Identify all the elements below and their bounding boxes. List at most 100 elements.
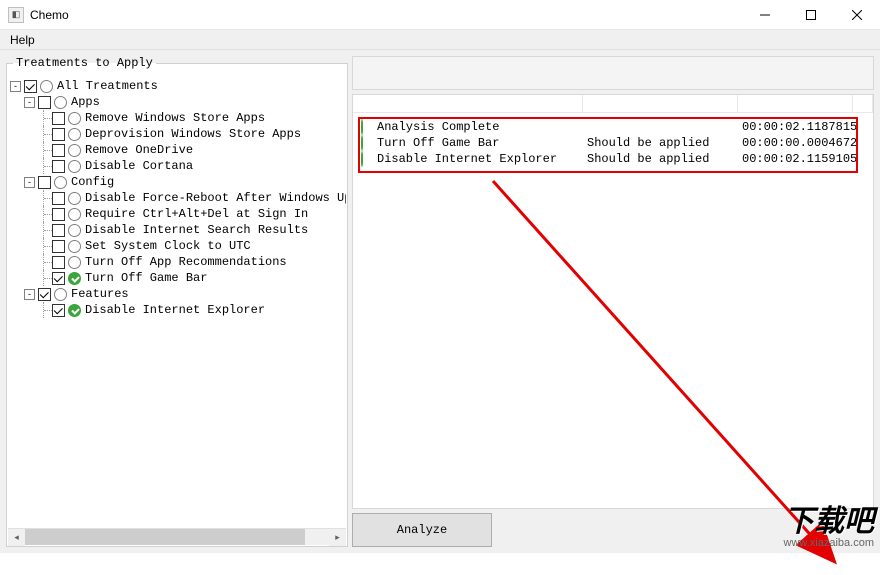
maximize-button[interactable] bbox=[788, 0, 834, 30]
tree-item[interactable]: Require Ctrl+Alt+Del at Sign In bbox=[10, 206, 346, 222]
checkbox[interactable] bbox=[52, 224, 65, 237]
result-row[interactable]: Turn Off Game BarShould be applied00:00:… bbox=[361, 135, 865, 151]
tree-item-label[interactable]: Turn Off App Recommendations bbox=[85, 254, 287, 270]
tree-item[interactable]: Deprovision Windows Store Apps bbox=[10, 126, 346, 142]
scroll-right-icon[interactable]: ▸ bbox=[329, 529, 346, 546]
checkbox[interactable] bbox=[52, 208, 65, 221]
checkbox[interactable] bbox=[52, 144, 65, 157]
tree-item-label[interactable]: Disable Force-Reboot After Windows Upd bbox=[85, 190, 346, 206]
collapse-icon[interactable]: - bbox=[24, 289, 35, 300]
checkbox[interactable] bbox=[38, 176, 51, 189]
tree-item-label[interactable]: Disable Cortana bbox=[85, 158, 193, 174]
result-note: Should be applied bbox=[587, 152, 742, 166]
checkbox[interactable] bbox=[52, 128, 65, 141]
tree-node-root[interactable]: - All Treatments bbox=[10, 78, 346, 94]
status-empty-icon bbox=[68, 160, 81, 173]
tree-item[interactable]: Turn Off App Recommendations bbox=[10, 254, 346, 270]
bottom-bar: Analyze bbox=[352, 513, 874, 547]
treatments-legend: Treatments to Apply bbox=[13, 56, 156, 70]
status-empty-icon bbox=[40, 80, 53, 93]
status-empty-icon bbox=[54, 288, 67, 301]
tree-horizontal-scrollbar[interactable]: ◂ ▸ bbox=[8, 528, 346, 545]
scroll-thumb[interactable] bbox=[25, 529, 305, 545]
result-row[interactable]: Analysis Complete00:00:02.1187815 bbox=[361, 119, 865, 135]
tree-item[interactable]: Remove OneDrive bbox=[10, 142, 346, 158]
analyze-button[interactable]: Analyze bbox=[352, 513, 492, 547]
tree-item-label[interactable]: Require Ctrl+Alt+Del at Sign In bbox=[85, 206, 308, 222]
status-empty-icon bbox=[68, 192, 81, 205]
tree-item[interactable]: Disable Cortana bbox=[10, 158, 346, 174]
top-toolbar bbox=[352, 56, 874, 90]
checkbox[interactable] bbox=[52, 256, 65, 269]
checkbox[interactable] bbox=[52, 192, 65, 205]
tree-label-config[interactable]: Config bbox=[71, 174, 114, 190]
left-panel: Treatments to Apply - All Treatments - Apps… bbox=[0, 50, 348, 553]
result-time: 00:00:00.0004672 bbox=[742, 136, 865, 150]
tree-item-label[interactable]: Remove OneDrive bbox=[85, 142, 193, 158]
status-empty-icon bbox=[68, 256, 81, 269]
tree-label-features[interactable]: Features bbox=[71, 286, 129, 302]
status-empty-icon bbox=[68, 224, 81, 237]
collapse-icon[interactable]: - bbox=[24, 97, 35, 108]
checkbox[interactable] bbox=[38, 96, 51, 109]
window-title: Chemo bbox=[30, 8, 69, 22]
status-ok-icon bbox=[361, 120, 377, 134]
status-empty-icon bbox=[68, 144, 81, 157]
tree-item-label[interactable]: Deprovision Windows Store Apps bbox=[85, 126, 301, 142]
checkbox[interactable] bbox=[52, 160, 65, 173]
results-header bbox=[353, 95, 873, 113]
tree-item-label[interactable]: Turn Off Game Bar bbox=[85, 270, 207, 286]
tree-node-config[interactable]: - Config bbox=[10, 174, 346, 190]
status-empty-icon bbox=[68, 240, 81, 253]
tree-item[interactable]: Remove Windows Store Apps bbox=[10, 110, 346, 126]
right-panel: Analysis Complete00:00:02.1187815Turn Of… bbox=[348, 50, 880, 553]
checkbox[interactable] bbox=[52, 112, 65, 125]
status-empty-icon bbox=[68, 112, 81, 125]
checkbox[interactable] bbox=[24, 80, 37, 93]
status-empty-icon bbox=[54, 176, 67, 189]
tree-item[interactable]: Disable Internet Search Results bbox=[10, 222, 346, 238]
checkbox[interactable] bbox=[52, 272, 65, 285]
close-button[interactable] bbox=[834, 0, 880, 30]
status-ok-icon bbox=[68, 304, 81, 317]
checkbox[interactable] bbox=[52, 240, 65, 253]
titlebar: ◧ Chemo bbox=[0, 0, 880, 30]
status-empty-icon bbox=[68, 128, 81, 141]
status-empty-icon bbox=[68, 208, 81, 221]
tree-node-features[interactable]: - Features bbox=[10, 286, 346, 302]
status-empty-icon bbox=[54, 96, 67, 109]
result-note: Should be applied bbox=[587, 136, 742, 150]
tree-node-apps[interactable]: - Apps bbox=[10, 94, 346, 110]
menu-help[interactable]: Help bbox=[0, 31, 45, 49]
tree-view[interactable]: - All Treatments - AppsRemove Windows Store… bbox=[8, 76, 346, 528]
result-name: Disable Internet Explorer bbox=[377, 152, 587, 166]
tree-item-label[interactable]: Set System Clock to UTC bbox=[85, 238, 251, 254]
tree-item[interactable]: Turn Off Game Bar bbox=[10, 270, 346, 286]
scroll-track[interactable] bbox=[25, 529, 329, 545]
results-list[interactable]: Analysis Complete00:00:02.1187815Turn Of… bbox=[352, 94, 874, 509]
menubar: Help bbox=[0, 30, 880, 50]
tree-item-label[interactable]: Disable Internet Search Results bbox=[85, 222, 308, 238]
tree-item[interactable]: Disable Force-Reboot After Windows Upd bbox=[10, 190, 346, 206]
result-row[interactable]: Disable Internet ExplorerShould be appli… bbox=[361, 151, 865, 167]
tree-item[interactable]: Disable Internet Explorer bbox=[10, 302, 346, 318]
status-ok-icon bbox=[361, 136, 377, 150]
result-time: 00:00:02.1159105 bbox=[742, 152, 865, 166]
scroll-left-icon[interactable]: ◂ bbox=[8, 529, 25, 546]
tree-item-label[interactable]: Remove Windows Store Apps bbox=[85, 110, 265, 126]
app-icon: ◧ bbox=[8, 7, 24, 23]
tree-label-apps[interactable]: Apps bbox=[71, 94, 100, 110]
result-name: Turn Off Game Bar bbox=[377, 136, 587, 150]
treatments-group: Treatments to Apply - All Treatments - Apps… bbox=[6, 56, 348, 547]
tree-item-label[interactable]: Disable Internet Explorer bbox=[85, 302, 265, 318]
checkbox[interactable] bbox=[52, 304, 65, 317]
collapse-icon[interactable]: - bbox=[10, 81, 21, 92]
result-name: Analysis Complete bbox=[377, 120, 587, 134]
content-area: Treatments to Apply - All Treatments - Apps… bbox=[0, 50, 880, 553]
checkbox[interactable] bbox=[38, 288, 51, 301]
status-ok-icon bbox=[68, 272, 81, 285]
collapse-icon[interactable]: - bbox=[24, 177, 35, 188]
tree-label-root[interactable]: All Treatments bbox=[57, 78, 158, 94]
tree-item[interactable]: Set System Clock to UTC bbox=[10, 238, 346, 254]
minimize-button[interactable] bbox=[742, 0, 788, 30]
